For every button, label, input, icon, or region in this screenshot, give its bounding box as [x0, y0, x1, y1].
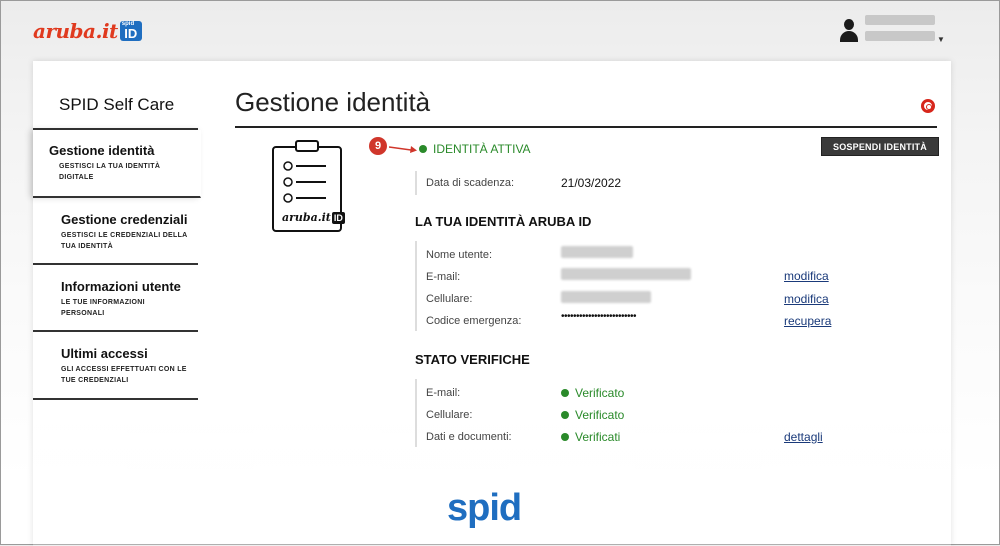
- verify-phone-label: Cellulare:: [426, 409, 473, 421]
- spid-id-badge-icon: spid ID: [119, 21, 142, 41]
- verify-section-heading: STATO VERIFICHE: [415, 352, 530, 367]
- clipboard-brand: aruba.it ID: [282, 211, 345, 224]
- sidebar-item-sub: GESTISCI LA TUA IDENTITÀ DIGITALE: [59, 163, 161, 181]
- verify-email-status: Verificato: [561, 386, 624, 400]
- page-title: Gestione identità: [235, 87, 431, 117]
- expiry-label: Data di scadenza:: [426, 177, 515, 189]
- group-divider: [415, 171, 417, 195]
- sidebar-item-gestione-identita[interactable]: Gestione identità GESTISCI LA TUA IDENTI…: [33, 130, 201, 198]
- emergency-code-label: Codice emergenza:: [426, 315, 522, 327]
- sidebar-item-label: Gestione identità: [49, 143, 155, 158]
- email-modify-link[interactable]: modifica: [784, 269, 829, 283]
- sidebar-item-label: Gestione credenziali: [61, 212, 188, 227]
- expiry-value: 21/03/2022: [561, 176, 622, 190]
- sidebar-item-label: Ultimi accessi: [61, 346, 148, 361]
- status-dot-icon: [561, 389, 569, 397]
- verify-documents-status: Verificati: [561, 430, 620, 444]
- user-name-redacted: [865, 15, 935, 41]
- emergency-code-recover-link[interactable]: recupera: [784, 314, 831, 328]
- email-value-redacted: [561, 268, 691, 280]
- title-divider: [235, 126, 937, 128]
- emergency-code-value: •••••••••••••••••••••••••: [561, 311, 637, 322]
- sidebar-item-ultimi-accessi[interactable]: Ultimi accessi GLI ACCESSI EFFETTUATI CO…: [33, 332, 198, 400]
- sidebar-title: SPID Self Care: [59, 95, 175, 114]
- chevron-down-icon[interactable]: ▼: [937, 35, 945, 44]
- suspend-identity-button[interactable]: SOSPENDI IDENTITÀ: [821, 137, 939, 156]
- sidebar-item-label: Informazioni utente: [61, 279, 181, 294]
- phone-value-redacted: [561, 291, 651, 303]
- email-label: E-mail:: [426, 271, 461, 283]
- username-value-redacted: [561, 246, 633, 258]
- sidebar-item-informazioni-utente[interactable]: Informazioni utente LE TUE INFORMAZIONI …: [33, 265, 198, 332]
- group-divider: [415, 379, 417, 447]
- status-dot-icon: [561, 433, 569, 441]
- phone-label: Cellulare:: [426, 293, 473, 305]
- phone-modify-link[interactable]: modifica: [784, 292, 829, 306]
- identity-section-heading: LA TUA IDENTITÀ ARUBA ID: [415, 214, 592, 229]
- sidebar-item-sub: GESTISCI LE CREDENZIALI DELLA TUA IDENTI…: [61, 232, 188, 250]
- verify-phone-status: Verificato: [561, 408, 624, 422]
- verify-documents-label: Dati e documenti:: [426, 431, 512, 443]
- sidebar-item-gestione-credenziali[interactable]: Gestione credenziali GESTISCI LE CREDENZ…: [33, 198, 198, 265]
- verify-details-link[interactable]: dettagli: [784, 430, 823, 444]
- verify-email-label: E-mail:: [426, 387, 461, 399]
- spid-logo: spid: [447, 487, 522, 529]
- lifebuoy-help-icon[interactable]: [921, 99, 935, 113]
- aruba-logo-text: aruba.it: [33, 19, 118, 43]
- sidebar-item-sub: LE TUE INFORMAZIONI PERSONALI: [61, 299, 145, 317]
- username-label: Nome utente:: [426, 249, 493, 261]
- group-divider: [415, 241, 417, 331]
- user-menu[interactable]: ▼: [839, 15, 945, 45]
- identity-status: IDENTITÀ ATTIVA: [419, 142, 531, 156]
- user-icon: [839, 19, 859, 45]
- step-badge: 9: [369, 137, 387, 155]
- status-dot-icon: [419, 145, 427, 153]
- arrow-right-icon: [389, 146, 417, 153]
- status-dot-icon: [561, 411, 569, 419]
- aruba-logo[interactable]: aruba.it spid ID: [33, 19, 142, 43]
- sidebar-item-sub: GLI ACCESSI EFFETTUATI CON LE TUE CREDEN…: [61, 366, 187, 384]
